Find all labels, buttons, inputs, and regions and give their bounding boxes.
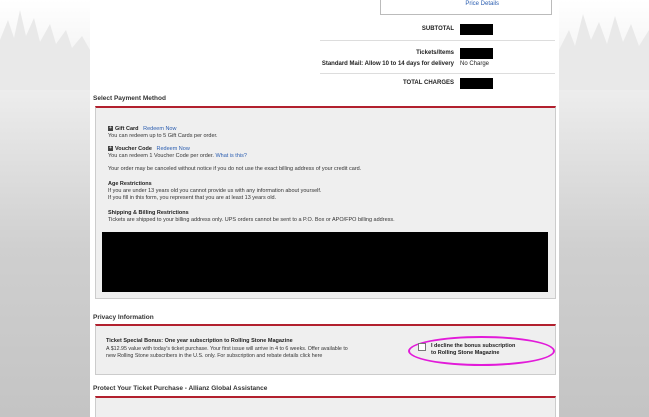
bonus-description: A $12.95 value with today's ticket purch… bbox=[106, 346, 406, 359]
total-value-redacted bbox=[460, 78, 493, 89]
privacy-section-header: Privacy Information bbox=[93, 314, 154, 321]
total-label: TOTAL CHARGES bbox=[402, 80, 454, 86]
privacy-panel: Ticket Special Bonus: One year subscript… bbox=[95, 324, 556, 375]
age-line-2: If you fill in this form, you represent … bbox=[108, 195, 277, 201]
subtotal-label: SUBTOTAL bbox=[421, 26, 454, 32]
divider bbox=[320, 73, 555, 74]
voucher-block: + Voucher Code Redeem Now You can redeem … bbox=[108, 146, 548, 160]
expand-plus-icon[interactable]: + bbox=[108, 146, 113, 152]
voucher-title: Voucher Code bbox=[115, 146, 152, 152]
decline-line-2: to Rolling Stone Magazine bbox=[431, 349, 500, 356]
bonus-desc-line-2: new Rolling Stone subscribers in the U.S… bbox=[106, 352, 299, 359]
age-line-1: If you are under 13 years old you cannot… bbox=[108, 188, 322, 194]
decline-bonus-option[interactable]: I decline the bonus subscription to Roll… bbox=[418, 340, 554, 360]
payment-form-redacted bbox=[102, 232, 548, 292]
crowd-silhouette-icon bbox=[559, 14, 649, 90]
price-details-link[interactable]: Price Details bbox=[465, 1, 499, 7]
gift-card-redeem-link[interactable]: Redeem Now bbox=[143, 126, 176, 132]
shipping-restrictions-desc: Tickets are shipped to your billing addr… bbox=[108, 217, 395, 223]
gift-card-desc: You can redeem up to 5 Gift Cards per or… bbox=[108, 133, 218, 139]
protect-panel bbox=[95, 396, 556, 417]
voucher-desc: You can redeem 1 Voucher Code per order. bbox=[108, 153, 214, 159]
age-restrictions-block: Age Restrictions If you are under 13 yea… bbox=[108, 181, 548, 202]
bonus-title: Ticket Special Bonus: One year subscript… bbox=[106, 338, 293, 344]
decline-bonus-checkbox[interactable] bbox=[418, 343, 426, 351]
subtotal-row: SUBTOTAL bbox=[90, 24, 559, 36]
bonus-details-link[interactable]: click here bbox=[300, 353, 322, 359]
background-right bbox=[559, 0, 649, 417]
shipping-label: Standard Mail: Allow 10 to 14 days for d… bbox=[321, 61, 454, 67]
decline-bonus-label[interactable]: I decline the bonus subscription to Roll… bbox=[431, 343, 515, 356]
protect-section-header: Protect Your Ticket Purchase - Allianz G… bbox=[93, 385, 268, 392]
tickets-label: Tickets/Items bbox=[416, 50, 454, 56]
decline-line-1: I decline the bonus subscription bbox=[431, 343, 516, 349]
shipping-value: No Charge bbox=[460, 61, 490, 67]
crowd-silhouette-icon bbox=[0, 10, 90, 90]
age-title: Age Restrictions bbox=[108, 181, 152, 187]
voucher-redeem-link[interactable]: Redeem Now bbox=[156, 146, 189, 152]
divider bbox=[320, 40, 555, 41]
voucher-whats-this-link[interactable]: What is this? bbox=[215, 153, 246, 159]
gift-card-title: Gift Card bbox=[115, 126, 139, 132]
total-row: TOTAL CHARGES bbox=[90, 78, 559, 90]
expand-plus-icon[interactable]: + bbox=[108, 126, 113, 132]
billing-warning: Your order may be canceled without notic… bbox=[108, 166, 362, 172]
price-details-box: Price Details bbox=[380, 0, 552, 15]
bonus-desc-line-1: A $12.95 value with today's ticket purch… bbox=[106, 346, 348, 352]
checkout-page: Price Details SUBTOTAL Tickets/Items Sta… bbox=[90, 0, 559, 417]
shipping-restrictions-block: Shipping & Billing Restrictions Tickets … bbox=[108, 210, 548, 224]
shipping-row: Standard Mail: Allow 10 to 14 days for d… bbox=[90, 59, 559, 71]
subtotal-value-redacted bbox=[460, 24, 493, 35]
payment-panel: + Gift Card Redeem Now You can redeem up … bbox=[95, 106, 556, 299]
gift-card-block: + Gift Card Redeem Now You can redeem up … bbox=[108, 126, 548, 140]
shipping-restrictions-title: Shipping & Billing Restrictions bbox=[108, 210, 189, 216]
background-left bbox=[0, 0, 90, 417]
payment-section-header: Select Payment Method bbox=[93, 95, 166, 102]
tickets-value-redacted bbox=[460, 48, 493, 59]
